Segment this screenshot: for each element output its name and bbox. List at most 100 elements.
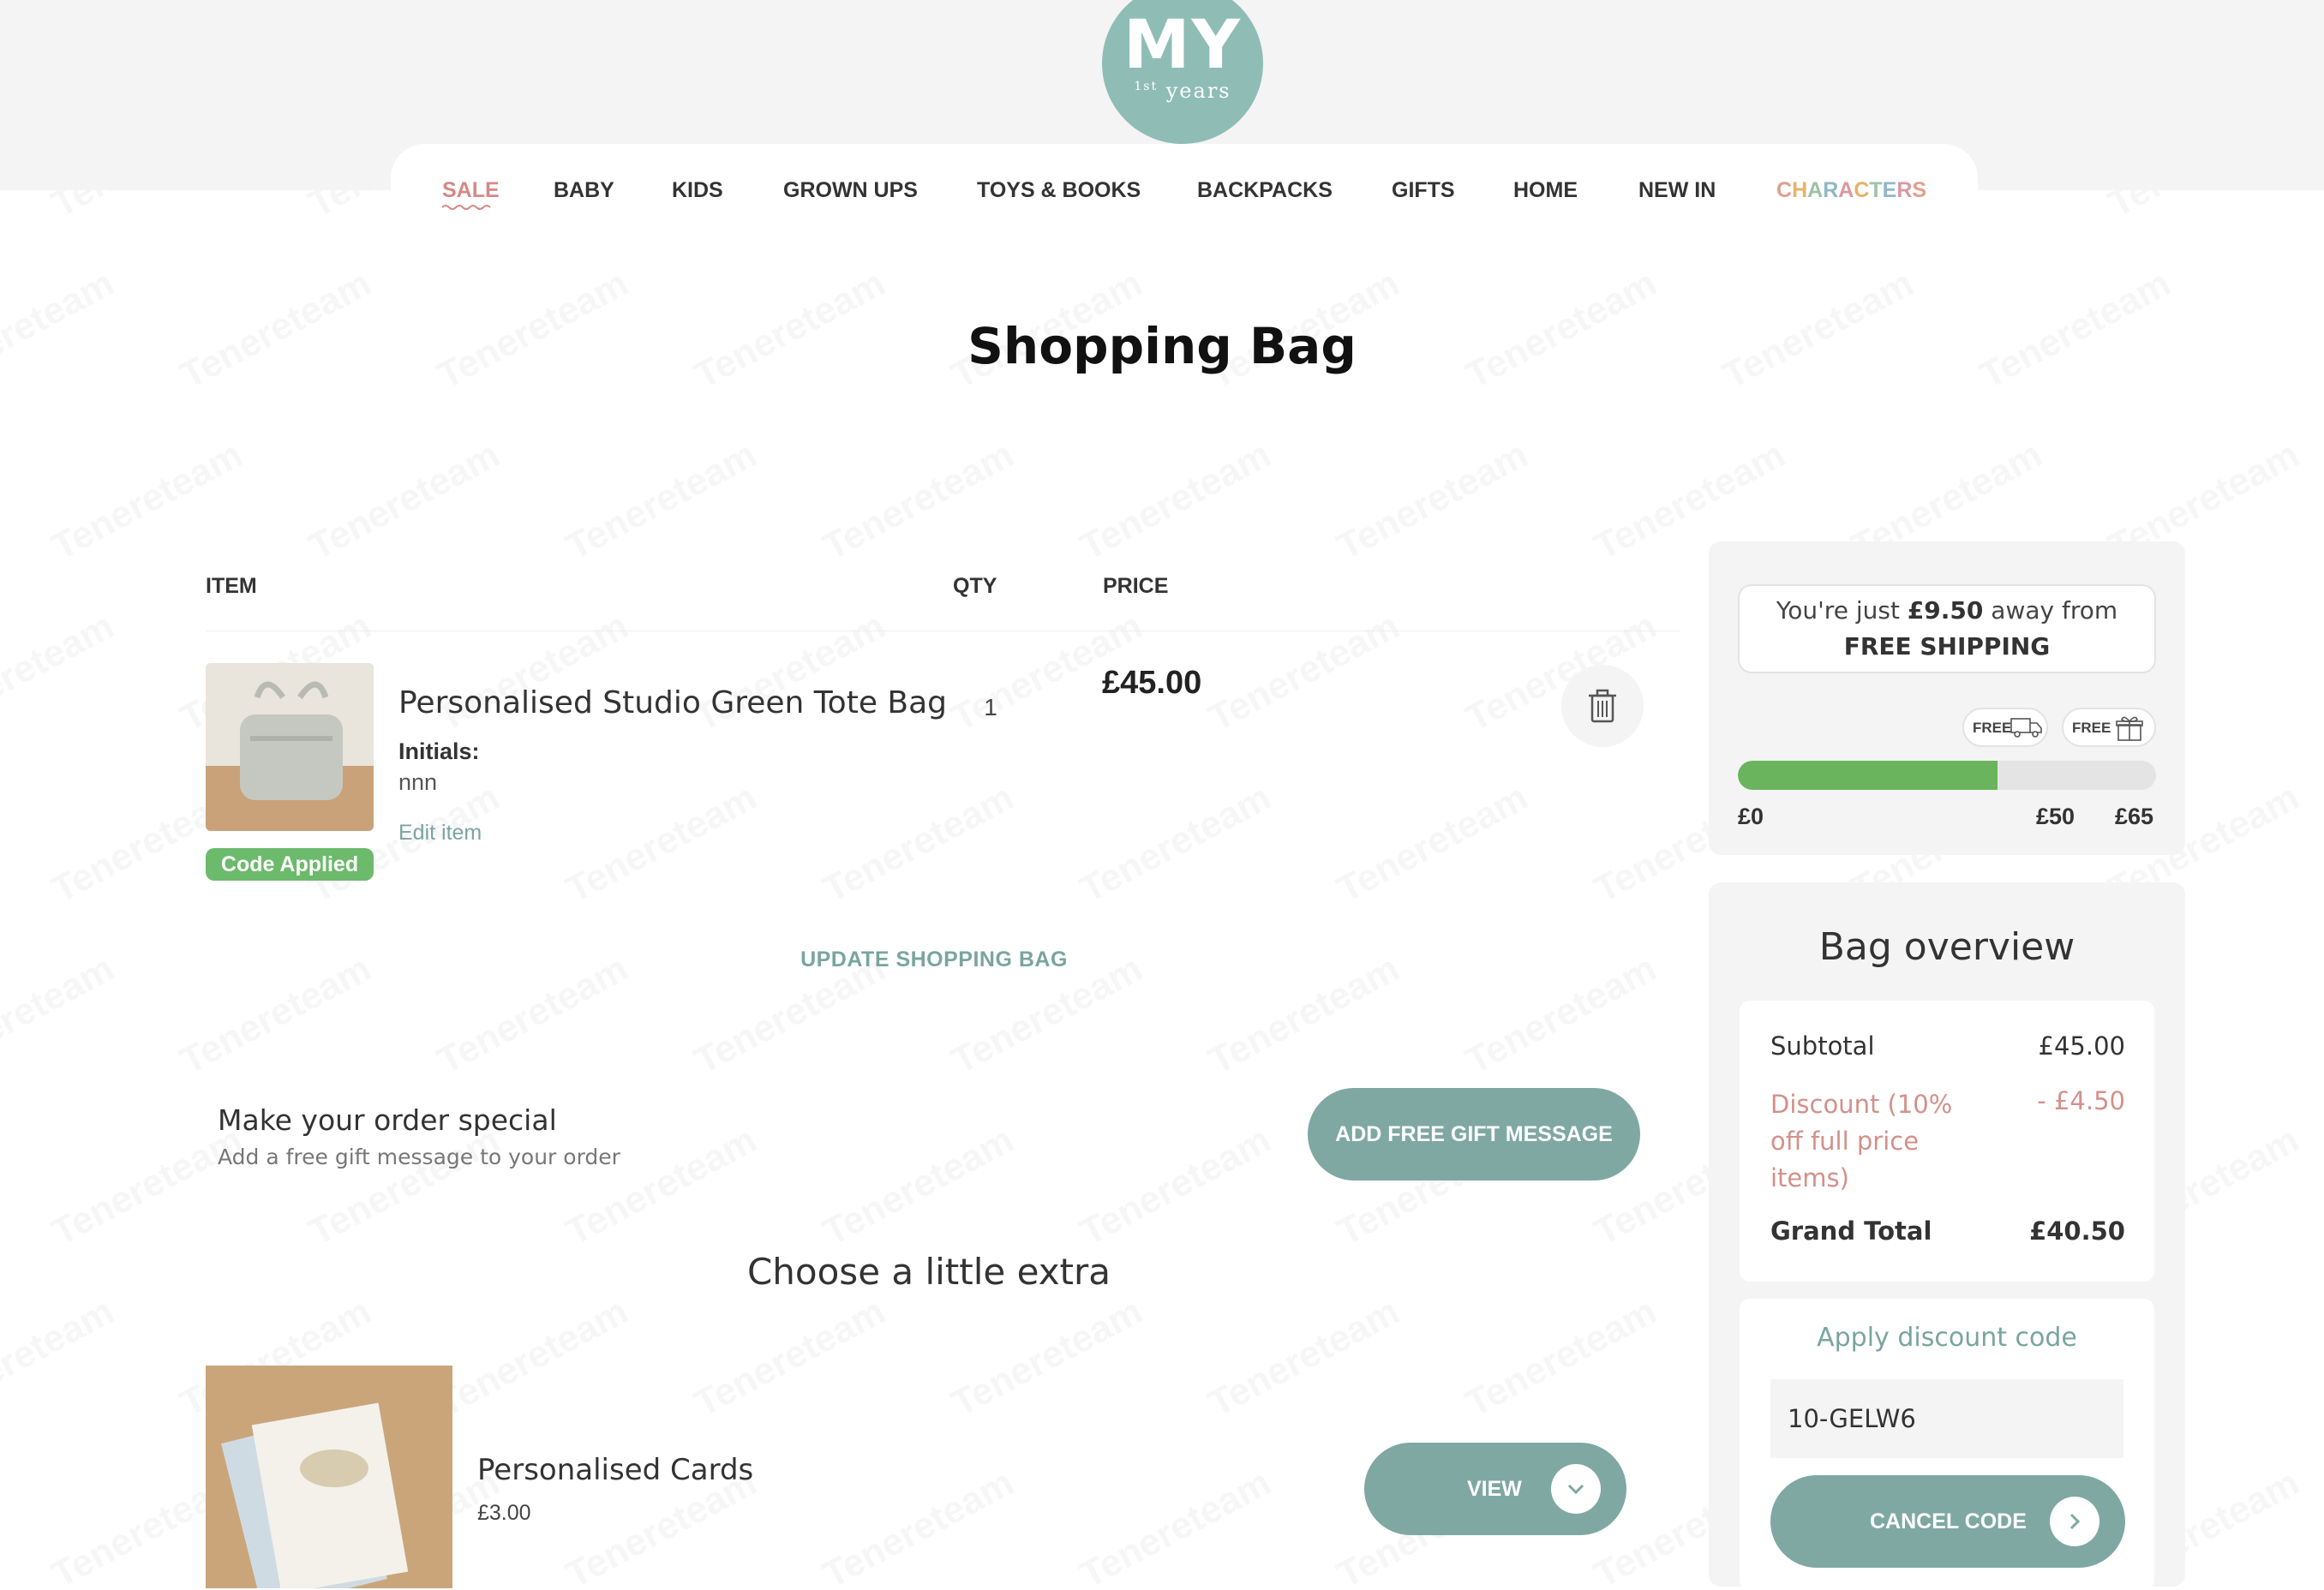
cancel-code-button[interactable]: CANCEL CODE <box>1770 1475 2125 1568</box>
characters-letter: S <box>1912 178 1927 202</box>
watermark-text: Tenereteam <box>1074 1119 1279 1255</box>
watermark-text: Tenereteam <box>1202 605 1407 741</box>
watermark-text: Tenereteam <box>1331 776 1536 912</box>
discount-value: - £4.50 <box>2037 1086 2125 1115</box>
watermark-text: Tenereteam <box>431 1290 636 1426</box>
column-header-qty: QTY <box>953 574 997 598</box>
characters-letter: H <box>1792 178 1808 202</box>
product-image-tote-bag[interactable] <box>206 663 374 831</box>
characters-letter: A <box>1807 178 1824 202</box>
shipping-progress-bar <box>1738 761 2156 790</box>
discount-code-input[interactable] <box>1770 1379 2123 1458</box>
watermark-text: Tenereteam <box>560 433 764 570</box>
progress-tick-0: £0 <box>1738 804 1764 829</box>
main-navigation <box>391 144 1978 238</box>
extras-title: Choose a little extra <box>746 1251 1111 1293</box>
view-product-button[interactable]: VIEW <box>1364 1443 1626 1535</box>
code-applied-badge: Code Applied <box>206 848 374 881</box>
watermark-text: Tenereteam <box>0 1290 121 1426</box>
update-shopping-bag-link[interactable]: UPDATE SHOPPING BAG <box>771 947 1097 972</box>
watermark-text: Tenereteam <box>945 1290 1150 1426</box>
watermark-text: Tenereteam <box>1202 947 1407 1084</box>
characters-letter: R <box>1896 178 1913 202</box>
characters-letter: E <box>1882 178 1897 202</box>
nav-item-sale[interactable]: SALE <box>442 178 500 203</box>
product-image-cards[interactable] <box>206 1366 452 1588</box>
cancel-code-label: CANCEL CODE <box>1870 1509 2027 1533</box>
product-name[interactable]: Personalised Studio Green Tote Bag <box>398 685 947 720</box>
grand-total-label: Grand Total <box>1770 1216 1932 1246</box>
option-label: Initials: <box>398 738 480 764</box>
sale-squiggle-icon <box>442 205 491 210</box>
nav-item-characters[interactable]: CHARACTERS <box>1776 178 1926 203</box>
characters-letter: R <box>1823 178 1839 202</box>
tote-bag-illustration <box>206 663 374 831</box>
free-shipping-badge: FREE <box>1962 708 2048 747</box>
bag-overview-title: Bag overview <box>1818 925 2075 969</box>
watermark-text: Tenereteam <box>1459 947 1664 1084</box>
apply-discount-title[interactable]: Apply discount code <box>1740 1323 2154 1353</box>
watermark-text: Tenereteam <box>560 776 764 912</box>
item-price: £45.00 <box>1102 665 1202 701</box>
free-gift-badge: FREE <box>2062 708 2156 747</box>
watermark-text: Tenereteam <box>174 947 379 1084</box>
grand-total-value: £40.50 <box>2029 1216 2125 1246</box>
logo-main-text: MY <box>1123 7 1243 84</box>
nav-item-new-in[interactable]: NEW IN <box>1638 178 1716 203</box>
subtotal-label: Subtotal <box>1770 1031 1875 1061</box>
watermark-text: Tenereteam <box>302 1119 507 1255</box>
watermark-text: Tenereteam <box>0 605 121 741</box>
column-header-item: ITEM <box>206 574 257 598</box>
watermark-text: Tenereteam <box>45 433 250 570</box>
nav-item-kids[interactable]: KIDS <box>672 178 723 203</box>
remove-item-button[interactable] <box>1561 665 1644 747</box>
characters-letter: C <box>1854 178 1870 202</box>
watermark-text: Tenereteam <box>560 1119 764 1255</box>
column-header-price: PRICE <box>1103 574 1169 598</box>
subtotal-value: £45.00 <box>2038 1031 2125 1061</box>
trash-icon <box>1589 689 1616 723</box>
chevron-right-icon <box>2050 1497 2099 1546</box>
characters-letter: A <box>1838 178 1854 202</box>
watermark-text: Tenereteam <box>431 947 636 1084</box>
option-value: nnn <box>398 769 438 795</box>
view-button-label: VIEW <box>1467 1477 1522 1501</box>
watermark-text: Tenereteam <box>688 1290 893 1426</box>
quantity-input[interactable] <box>951 666 1030 749</box>
watermark-text: Tenereteam <box>0 947 121 1084</box>
truck-icon <box>2010 718 2042 738</box>
gift-message-subtitle: Add a free gift message to your order <box>218 1145 620 1169</box>
watermark-text: Tenereteam <box>817 1119 1021 1255</box>
progress-tick-65: £65 <box>2115 804 2154 829</box>
gift-message-title: Make your order special <box>218 1103 557 1137</box>
watermark-text: Tenereteam <box>45 1119 250 1255</box>
watermark-text: Tenereteam <box>817 433 1021 570</box>
nav-item-toys-books[interactable]: TOYS & BOOKS <box>977 178 1141 203</box>
cards-illustration <box>206 1366 452 1588</box>
nav-item-gifts[interactable]: GIFTS <box>1392 178 1455 203</box>
nav-item-baby[interactable]: BABY <box>554 178 614 203</box>
add-gift-message-button[interactable]: ADD FREE GIFT MESSAGE <box>1308 1088 1640 1181</box>
watermark-text: Tenereteam <box>1331 433 1536 570</box>
watermark-text: Tenereteam <box>1074 776 1279 912</box>
watermark-text: Tenereteam <box>1074 1461 1279 1587</box>
watermark-text: Tenereteam <box>817 776 1021 912</box>
watermark-text: Tenereteam <box>1202 1290 1407 1426</box>
discount-label: Discount (10% off full price items) <box>1770 1090 1953 1192</box>
logo-sub-text: 1st years <box>1134 79 1231 103</box>
nav-item-home[interactable]: HOME <box>1513 178 1578 203</box>
extra-product-price: £3.00 <box>477 1501 531 1525</box>
watermark-text: Tenereteam <box>1459 1290 1664 1426</box>
extra-product-name[interactable]: Personalised Cards <box>477 1453 753 1487</box>
progress-tick-50: £50 <box>2036 804 2075 829</box>
chevron-down-icon <box>1551 1464 1601 1514</box>
shipping-progress-fill <box>1738 761 1998 790</box>
watermark-text: Tenereteam <box>1074 433 1279 570</box>
watermark-text: Tenereteam <box>302 433 507 570</box>
nav-item-backpacks[interactable]: BACKPACKS <box>1197 178 1333 203</box>
page-title: Shopping Bag <box>967 317 1357 375</box>
gift-icon <box>2116 716 2143 741</box>
watermark-text: Tenereteam <box>817 1461 1021 1587</box>
nav-item-grown-ups[interactable]: GROWN UPS <box>783 178 918 203</box>
edit-item-link[interactable]: Edit item <box>398 821 482 846</box>
